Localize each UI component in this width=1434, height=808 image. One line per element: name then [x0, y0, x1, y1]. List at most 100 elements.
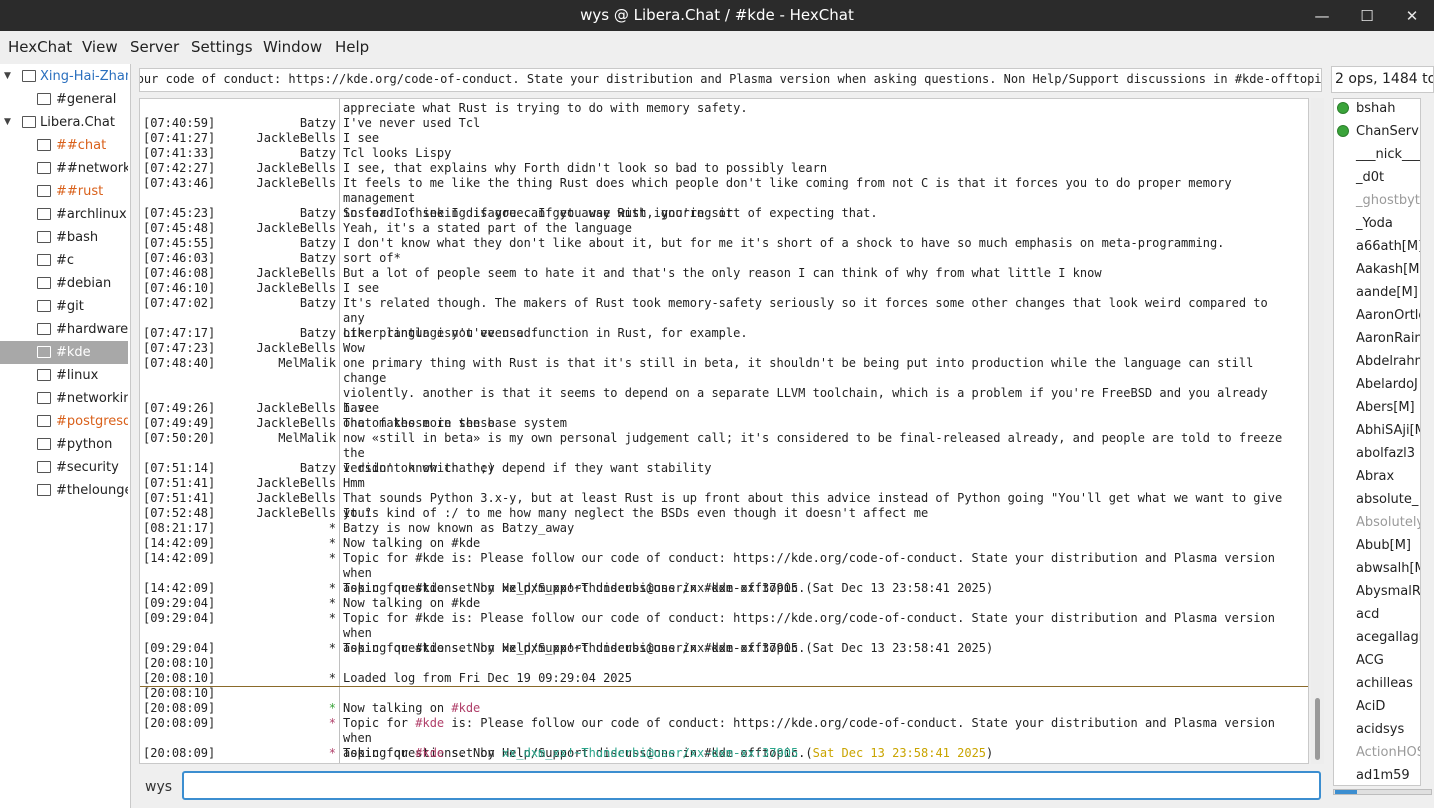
user-yoda[interactable]: _Yoda [1334, 212, 1420, 235]
expand-arrow-icon[interactable]: ▼ [4, 111, 11, 134]
user-ghostbyte[interactable]: _ghostbyte [1334, 189, 1420, 212]
tree-channel-hardware[interactable]: #hardware [0, 318, 128, 341]
tree-channel-security[interactable]: #security [0, 456, 128, 479]
user-aaronrainbow[interactable]: AaronRainbow [1334, 327, 1420, 350]
message-nick[interactable]: JackleBells [140, 401, 336, 416]
user-absolute[interactable]: absolute_ [1334, 488, 1420, 511]
menu-window[interactable]: Window [263, 38, 322, 56]
message-nick[interactable]: * [140, 536, 336, 551]
message-nick[interactable]: * [140, 641, 336, 656]
message-segment[interactable]: #kde [415, 746, 444, 760]
message-nick[interactable]: Batzy [140, 236, 336, 251]
user-abhisaji-m[interactable]: AbhiSAji[M] [1334, 419, 1420, 442]
user-aande-m[interactable]: aande[M] [1334, 281, 1420, 304]
message-nick[interactable]: JackleBells [140, 506, 336, 521]
message-segment[interactable]: #kde [451, 701, 480, 715]
user-abdelrahman[interactable]: Abdelrahman [1334, 350, 1420, 373]
user-list-scrollbar[interactable] [1421, 98, 1434, 786]
message-nick[interactable]: JackleBells [140, 341, 336, 356]
expand-arrow-icon[interactable]: ▼ [4, 65, 11, 88]
tree-server-libera-chat[interactable]: ▼ Libera.Chat [0, 111, 128, 134]
message-nick[interactable]: * [140, 671, 336, 686]
message-nick[interactable]: JackleBells [140, 161, 336, 176]
message-segment[interactable]: xx_dxm_xx!~Thunderbi@user/xx-dxm-xx:3790… [502, 746, 798, 760]
user-abub-m[interactable]: Abub[M] [1334, 534, 1420, 557]
tree-channel-python[interactable]: #python [0, 433, 128, 456]
message-nick[interactable]: * [140, 611, 336, 626]
user-abers-m[interactable]: Abers[M] [1334, 396, 1420, 419]
tree-channel-thelounge[interactable]: #thelounge [0, 479, 128, 502]
nick-button[interactable]: wys [145, 779, 172, 795]
user-actionhos[interactable]: ActionHOS [1334, 741, 1420, 764]
chat-scrollbar[interactable] [1311, 98, 1324, 764]
menu-hexchat[interactable]: HexChat [8, 38, 72, 56]
tree-channel-chat[interactable]: ##chat [0, 134, 128, 157]
user-abolfazl3[interactable]: abolfazl3 [1334, 442, 1420, 465]
tree-channel-rust[interactable]: ##rust [0, 180, 128, 203]
user-abelardoj[interactable]: AbelardoJ [1334, 373, 1420, 396]
message-nick[interactable]: MelMalik [140, 356, 336, 371]
topic-bar[interactable]: ease follow our code of conduct: https:/… [139, 68, 1322, 92]
message-nick[interactable]: * [140, 551, 336, 566]
user-list[interactable]: bshah ChanServ ___nick___ _d0t _ghostbyte _Yo… [1333, 98, 1421, 786]
user-absolutely[interactable]: Absolutely [1334, 511, 1420, 534]
message-input[interactable] [182, 771, 1321, 800]
menu-help[interactable]: Help [335, 38, 369, 56]
message-nick[interactable]: JackleBells [140, 266, 336, 281]
user-abwsalh-m[interactable]: abwsalh[M] [1334, 557, 1420, 580]
message-nick[interactable]: * [140, 581, 336, 596]
user-acidsys[interactable]: acidsys [1334, 718, 1420, 741]
user-achilleas[interactable]: achilleas [1334, 672, 1420, 695]
message-nick[interactable]: JackleBells [140, 281, 336, 296]
message-nick[interactable]: JackleBells [140, 476, 336, 491]
message-nick[interactable]: * [140, 521, 336, 536]
user-list-hscrollbar-thumb[interactable] [1335, 790, 1357, 794]
message-nick[interactable]: Batzy [140, 326, 336, 341]
minimize-button[interactable]: — [1300, 0, 1344, 31]
user-d0t[interactable]: _d0t [1334, 166, 1420, 189]
message-nick[interactable]: Batzy [140, 251, 336, 266]
tree-channel-bash[interactable]: #bash [0, 226, 128, 249]
message-nick[interactable]: JackleBells [140, 176, 336, 191]
message-nick[interactable]: Batzy [140, 461, 336, 476]
tree-channel-git[interactable]: #git [0, 295, 128, 318]
message-nick[interactable]: Batzy [140, 116, 336, 131]
menu-settings[interactable]: Settings [191, 38, 253, 56]
maximize-button[interactable]: ☐ [1345, 0, 1389, 31]
user-bshah[interactable]: bshah [1334, 99, 1420, 120]
message-nick[interactable]: * [140, 596, 336, 611]
user-ad1m59[interactable]: ad1m59 [1334, 764, 1420, 785]
tree-channel-postgresql[interactable]: #postgresql [0, 410, 128, 433]
user-acegallagher[interactable]: acegallagher [1334, 626, 1420, 649]
user-aaronortler[interactable]: AaronOrtler [1334, 304, 1420, 327]
close-button[interactable]: ✕ [1390, 0, 1434, 31]
chat-log[interactable]: appreciate what Rust is trying to do wit… [139, 98, 1309, 764]
message-nick[interactable]: Batzy [140, 146, 336, 161]
tree-channel-c[interactable]: #c [0, 249, 128, 272]
tree-channel-linux[interactable]: #linux [0, 364, 128, 387]
chat-scrollbar-thumb[interactable] [1315, 698, 1320, 760]
user-chanserv[interactable]: ChanServ [1334, 120, 1420, 143]
tree-channel-kde[interactable]: #kde [0, 341, 128, 364]
tree-channel-debian[interactable]: #debian [0, 272, 128, 295]
user-a66ath-m[interactable]: a66ath[M] [1334, 235, 1420, 258]
user-nick[interactable]: ___nick___ [1334, 143, 1420, 166]
message-nick[interactable]: Batzy [140, 206, 336, 221]
menu-server[interactable]: Server [130, 38, 179, 56]
message-segment[interactable]: Sat Dec 13 23:58:41 2025 [813, 746, 986, 760]
message-nick[interactable]: * [140, 701, 336, 716]
tree-channel-networking[interactable]: #networking [0, 387, 128, 410]
message-nick[interactable]: JackleBells [140, 416, 336, 431]
message-nick[interactable]: * [140, 746, 336, 761]
message-nick[interactable]: MelMalik [140, 431, 336, 446]
message-segment[interactable]: #kde [415, 716, 444, 730]
message-nick[interactable]: JackleBells [140, 221, 336, 236]
user-acg[interactable]: ACG [1334, 649, 1420, 672]
message-nick[interactable]: Batzy [140, 296, 336, 311]
user-aakash-m[interactable]: Aakash[M] [1334, 258, 1420, 281]
tree-server-xing-hai-zhan[interactable]: ▼ Xing-Hai-Zhan [0, 65, 128, 88]
message-nick[interactable]: JackleBells [140, 491, 336, 506]
user-list-hscrollbar[interactable] [1333, 789, 1432, 795]
tree-channel-archlinux[interactable]: #archlinux [0, 203, 128, 226]
message-nick[interactable]: JackleBells [140, 131, 336, 146]
